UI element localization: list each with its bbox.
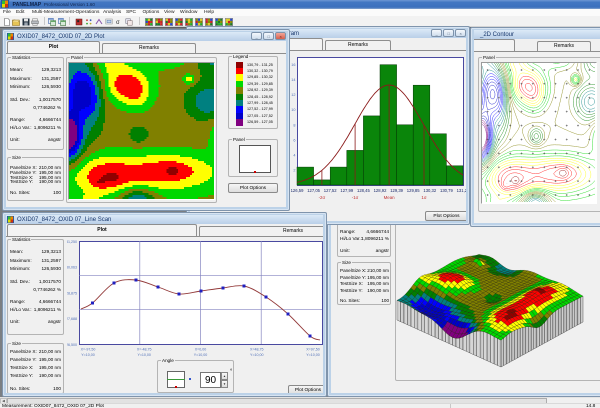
svg-text:16: 16 — [291, 63, 295, 67]
svg-text:130,32: 130,32 — [423, 188, 436, 193]
svg-text:Y=10,00: Y=10,00 — [137, 353, 151, 357]
svg-text:Y=10,00: Y=10,00 — [81, 353, 95, 357]
svg-text:X=97,50: X=97,50 — [306, 348, 320, 352]
svg-text:Y=10,00: Y=10,00 — [250, 353, 263, 357]
svg-text:126,59: 126,59 — [291, 188, 304, 193]
svg-text:12: 12 — [291, 93, 295, 97]
svg-text:6: 6 — [293, 138, 295, 142]
svg-text:129,39: 129,39 — [390, 188, 403, 193]
svg-text:X=48,75: X=48,75 — [250, 348, 263, 352]
svg-text:127,688: 127,688 — [67, 317, 77, 321]
svg-text:-2σ: -2σ — [319, 195, 326, 200]
svg-text:σ: σ — [116, 20, 120, 26]
svg-text:127,99: 127,99 — [340, 188, 353, 193]
svg-text:Y=10,00: Y=10,00 — [306, 353, 320, 357]
svg-text:Y=10,00: Y=10,00 — [194, 353, 208, 357]
svg-text:131,25: 131,25 — [457, 188, 466, 193]
svg-text:14: 14 — [291, 78, 295, 82]
svg-text:10: 10 — [291, 108, 295, 112]
svg-text:4: 4 — [293, 153, 295, 157]
svg-text:128,45: 128,45 — [357, 188, 370, 193]
svg-text:131,250: 131,250 — [67, 240, 77, 244]
svg-text:130,79: 130,79 — [440, 188, 453, 193]
svg-text:2: 2 — [293, 168, 295, 172]
svg-text:X=0,00: X=0,00 — [195, 348, 207, 352]
svg-text:1σ: 1σ — [421, 195, 426, 200]
svg-text:126,500: 126,500 — [67, 343, 77, 347]
svg-text:128,92: 128,92 — [374, 188, 387, 193]
svg-text:128,875: 128,875 — [67, 291, 77, 295]
svg-text:130,063: 130,063 — [67, 266, 77, 270]
svg-text:127,52: 127,52 — [324, 188, 337, 193]
svg-text:127,05: 127,05 — [307, 188, 320, 193]
svg-text:-1σ: -1σ — [352, 195, 359, 200]
svg-text:X=-48,75: X=-48,75 — [137, 348, 152, 352]
svg-text:8: 8 — [293, 123, 295, 127]
svg-text:129,85: 129,85 — [407, 188, 420, 193]
svg-text:X=-97,50: X=-97,50 — [81, 348, 96, 352]
svg-text:Mean: Mean — [384, 195, 396, 200]
